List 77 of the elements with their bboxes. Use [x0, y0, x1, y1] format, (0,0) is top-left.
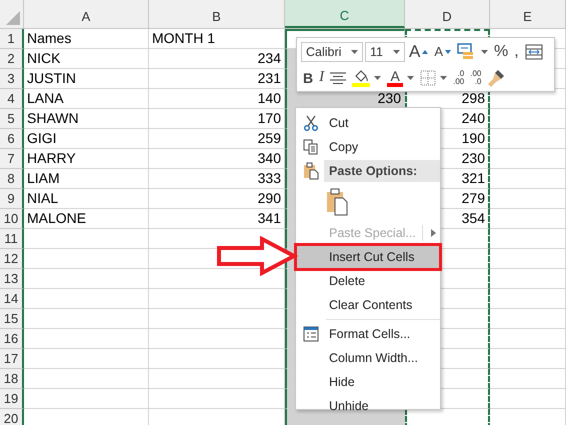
column-header[interactable]: C	[285, 0, 405, 28]
row-header[interactable]: 5	[0, 109, 24, 129]
submenu-arrow-icon	[430, 229, 436, 237]
grow-font-button[interactable]: A	[407, 42, 430, 62]
table-cell: MONTH 1	[149, 29, 285, 49]
column-header[interactable]: A	[24, 0, 149, 28]
menu-item[interactable]: Hide	[296, 370, 440, 394]
row-header[interactable]: 2	[0, 49, 24, 69]
cell-styles-button[interactable]	[455, 42, 490, 62]
triangle-icon	[422, 50, 428, 54]
table-cell: HARRY	[24, 149, 149, 169]
row-header[interactable]: 11	[0, 229, 24, 249]
menu-heading: Paste Options:	[324, 160, 440, 182]
format-cells-icon	[303, 326, 319, 342]
table-cell: JUSTIN	[24, 69, 149, 89]
table-cell: LIAM	[24, 169, 149, 189]
font-size-field[interactable]: 11	[365, 42, 405, 62]
paintbrush-icon	[487, 68, 506, 86]
scissors-icon	[303, 115, 319, 131]
paste-icon[interactable]	[326, 188, 348, 216]
row-header[interactable]: 14	[0, 289, 24, 309]
paste-icon	[303, 162, 319, 180]
fill-color-button[interactable]	[350, 68, 384, 88]
column-width-icon	[524, 44, 543, 60]
table-cell: NICK	[24, 49, 149, 69]
row-header[interactable]: 4	[0, 89, 24, 109]
decimal-button[interactable]: .0 .00	[451, 68, 466, 88]
menu-item[interactable]: Format Cells...	[296, 322, 440, 346]
caret-icon	[440, 76, 448, 80]
row-header[interactable]: 1	[0, 29, 24, 49]
font-name-field[interactable]: Calibri	[301, 42, 363, 62]
table-cell: NIAL	[24, 189, 149, 209]
borders-button[interactable]	[418, 68, 450, 88]
autofit-button[interactable]	[522, 42, 545, 62]
triangle-icon	[445, 50, 452, 54]
row-header[interactable]: 20	[0, 409, 24, 425]
row-header[interactable]: 19	[0, 389, 24, 409]
row-header[interactable]: 13	[0, 269, 24, 289]
caret-icon	[351, 50, 358, 54]
row-header[interactable]: 10	[0, 209, 24, 229]
menu-item[interactable]: Unhide	[296, 394, 440, 418]
menu-item[interactable]: Column Width...	[296, 346, 440, 370]
caret-icon	[407, 76, 414, 80]
format-button[interactable]: %	[492, 42, 510, 62]
table-cell: GIGI	[24, 129, 149, 149]
copy-icon	[303, 139, 319, 155]
align-center-icon	[330, 72, 346, 84]
row-header[interactable]: 16	[0, 329, 24, 349]
caret-icon	[374, 76, 382, 80]
row-header[interactable]: 7	[0, 149, 24, 169]
caret-icon	[393, 50, 400, 54]
decimal-button[interactable]: .00 .0	[468, 68, 484, 88]
row-header[interactable]: 12	[0, 249, 24, 269]
format-button[interactable]: ,	[512, 42, 521, 62]
borders-icon	[420, 70, 436, 86]
shrink-font-button[interactable]: A	[432, 42, 454, 62]
row-header[interactable]: 15	[0, 309, 24, 329]
row-header[interactable]: 3	[0, 69, 24, 89]
row-header[interactable]: 9	[0, 189, 24, 209]
bold-button[interactable]: B	[301, 68, 316, 88]
table-cell: Names	[24, 29, 149, 49]
italic-button[interactable]: I	[317, 68, 326, 88]
menu-item[interactable]: Insert Cut Cells	[296, 245, 440, 269]
column-header[interactable]: D	[405, 0, 490, 28]
row-header[interactable]: 6	[0, 129, 24, 149]
paint-bucket-icon	[352, 68, 370, 86]
row-header[interactable]: 18	[0, 369, 24, 389]
caret-icon	[481, 50, 488, 54]
row-header[interactable]: 17	[0, 349, 24, 369]
table-cell: SHAWN	[24, 109, 149, 129]
row-header[interactable]: 8	[0, 169, 24, 189]
font-color-button[interactable]: A	[385, 68, 416, 88]
table-cell: MALONE	[24, 209, 149, 229]
menu-item[interactable]: Delete	[296, 269, 440, 293]
table-cell: LANA	[24, 89, 149, 109]
column-header[interactable]: E	[490, 0, 566, 28]
menu-item[interactable]: Clear Contents	[296, 293, 440, 317]
